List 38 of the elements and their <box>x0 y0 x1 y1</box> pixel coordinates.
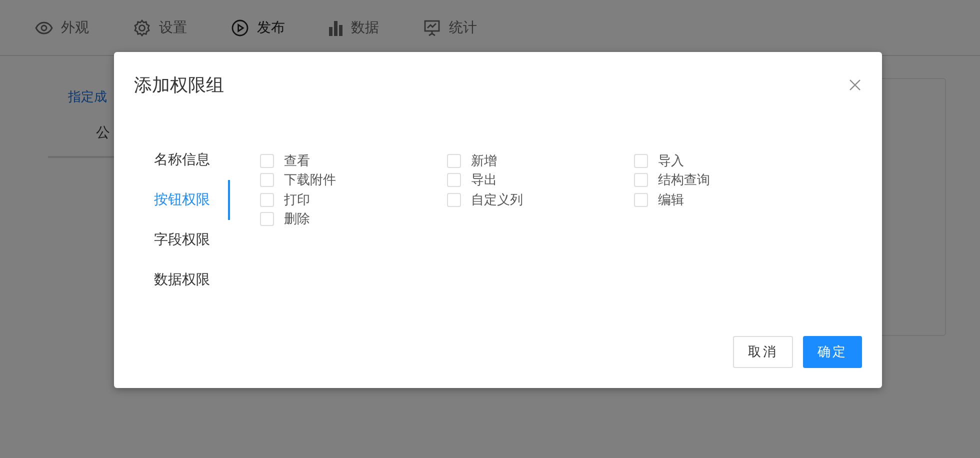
checkbox-label: 新增 <box>471 152 497 170</box>
menu-item[interactable]: 数据权限 <box>134 260 230 300</box>
nav-tab[interactable]: 设置 <box>133 18 187 36</box>
close-icon <box>848 78 862 92</box>
bar-chart-icon <box>329 20 343 36</box>
checkbox[interactable] <box>260 154 274 168</box>
gear-icon <box>133 18 151 36</box>
cancel-button[interactable]: 取消 <box>733 336 793 368</box>
checkbox-label: 删除 <box>284 211 310 228</box>
nav-tab[interactable]: 外观 <box>35 18 89 36</box>
menu-item[interactable]: 字段权限 <box>134 220 230 260</box>
checkbox[interactable] <box>634 192 648 207</box>
presentation-board-icon <box>423 18 441 36</box>
checkbox-label: 导出 <box>471 172 497 190</box>
nav-tab[interactable]: 数据 <box>329 18 379 36</box>
nav-tab[interactable]: 统计 <box>423 18 477 36</box>
checkbox[interactable] <box>260 192 274 207</box>
checkbox-label: 自定义列 <box>471 192 523 209</box>
checkbox[interactable] <box>260 173 274 188</box>
close-button[interactable] <box>848 78 862 92</box>
checkbox[interactable] <box>634 173 648 188</box>
nav-tab[interactable]: 发布 <box>231 18 285 36</box>
checkbox-label: 导入 <box>658 152 684 170</box>
checkbox[interactable] <box>447 154 461 168</box>
play-icon <box>231 18 249 36</box>
checkbox-label: 查看 <box>284 152 310 170</box>
confirm-button[interactable]: 确定 <box>803 336 862 368</box>
checkbox[interactable] <box>447 192 461 207</box>
checkbox-label: 下载附件 <box>284 172 336 190</box>
checkbox-label: 打印 <box>284 192 310 209</box>
menu-item[interactable]: 名称信息 <box>134 140 230 180</box>
checkbox-label: 结构查询 <box>658 172 710 190</box>
menu-item[interactable]: 按钮权限 <box>134 180 230 220</box>
checkbox[interactable] <box>447 173 461 188</box>
checkbox[interactable] <box>634 154 648 168</box>
dialog-title: 添加权限组 <box>134 74 224 97</box>
checkbox-label: 编辑 <box>658 192 684 209</box>
checkbox[interactable] <box>260 212 274 226</box>
